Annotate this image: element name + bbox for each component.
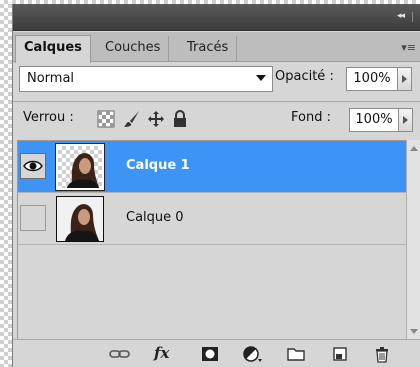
layer-name[interactable]: Calque 0 (126, 210, 184, 225)
adjustment-icon[interactable] (241, 345, 263, 363)
tab-couches[interactable]: Couches (97, 36, 170, 62)
scroll-down-icon[interactable] (410, 329, 418, 334)
layers-scrollbar[interactable] (406, 140, 420, 340)
collapse-icon[interactable]: ◂◂ (397, 11, 405, 21)
fill-input[interactable]: 100% (349, 108, 399, 132)
grip-icon (412, 12, 414, 22)
layer-name[interactable]: Calque 1 (126, 158, 190, 173)
tab-calques[interactable]: Calques (15, 35, 91, 63)
lock-all-icon[interactable] (171, 110, 189, 128)
opacity-slider-toggle[interactable] (398, 67, 412, 91)
divider (13, 101, 420, 102)
mask-icon[interactable] (199, 345, 221, 363)
blend-mode-select[interactable]: Normal (19, 66, 273, 92)
trash-icon[interactable] (371, 345, 393, 363)
panel-menu-icon[interactable]: ▾≡ (401, 41, 416, 54)
blend-mode-value: Normal (27, 71, 75, 86)
layer-thumbnail (56, 144, 104, 190)
link-icon[interactable] (109, 345, 131, 363)
eye-icon (23, 160, 43, 172)
layer-row-calque-0[interactable]: Calque 0 (18, 193, 408, 245)
tab-traces[interactable]: Tracés (179, 36, 238, 62)
visibility-toggle[interactable] (20, 205, 46, 231)
panel-titlebar[interactable]: ◂◂ (13, 4, 420, 31)
new-layer-icon[interactable] (329, 345, 351, 363)
layer-thumbnail (56, 196, 104, 242)
layer-row-calque-1[interactable]: Calque 1 (18, 141, 408, 193)
lock-transparent-icon[interactable] (97, 110, 115, 128)
opacity-input[interactable]: 100% (346, 67, 398, 91)
group-folder-icon[interactable] (285, 345, 307, 363)
lock-label: Verrou : (23, 110, 74, 125)
visibility-toggle[interactable] (20, 153, 46, 179)
opacity-label: Opacité : (275, 69, 334, 84)
fx-icon[interactable]: fx (154, 344, 169, 362)
scroll-up-icon[interactable] (410, 146, 418, 151)
fill-slider-toggle[interactable] (399, 108, 413, 132)
panel-tabs: Calques Couches Tracés ▾≡ (13, 32, 420, 63)
layers-toolbar: fx (13, 339, 420, 367)
layers-list: Calque 1 Calque 0 (17, 140, 408, 340)
layers-panel: ◂◂ Calques Couches Tracés ▾≡ Normal Opac… (12, 4, 420, 367)
lock-move-icon[interactable] (147, 110, 165, 128)
fill-label: Fond : (291, 110, 331, 125)
chevron-down-icon (256, 75, 266, 81)
lock-brush-icon[interactable] (123, 110, 141, 128)
